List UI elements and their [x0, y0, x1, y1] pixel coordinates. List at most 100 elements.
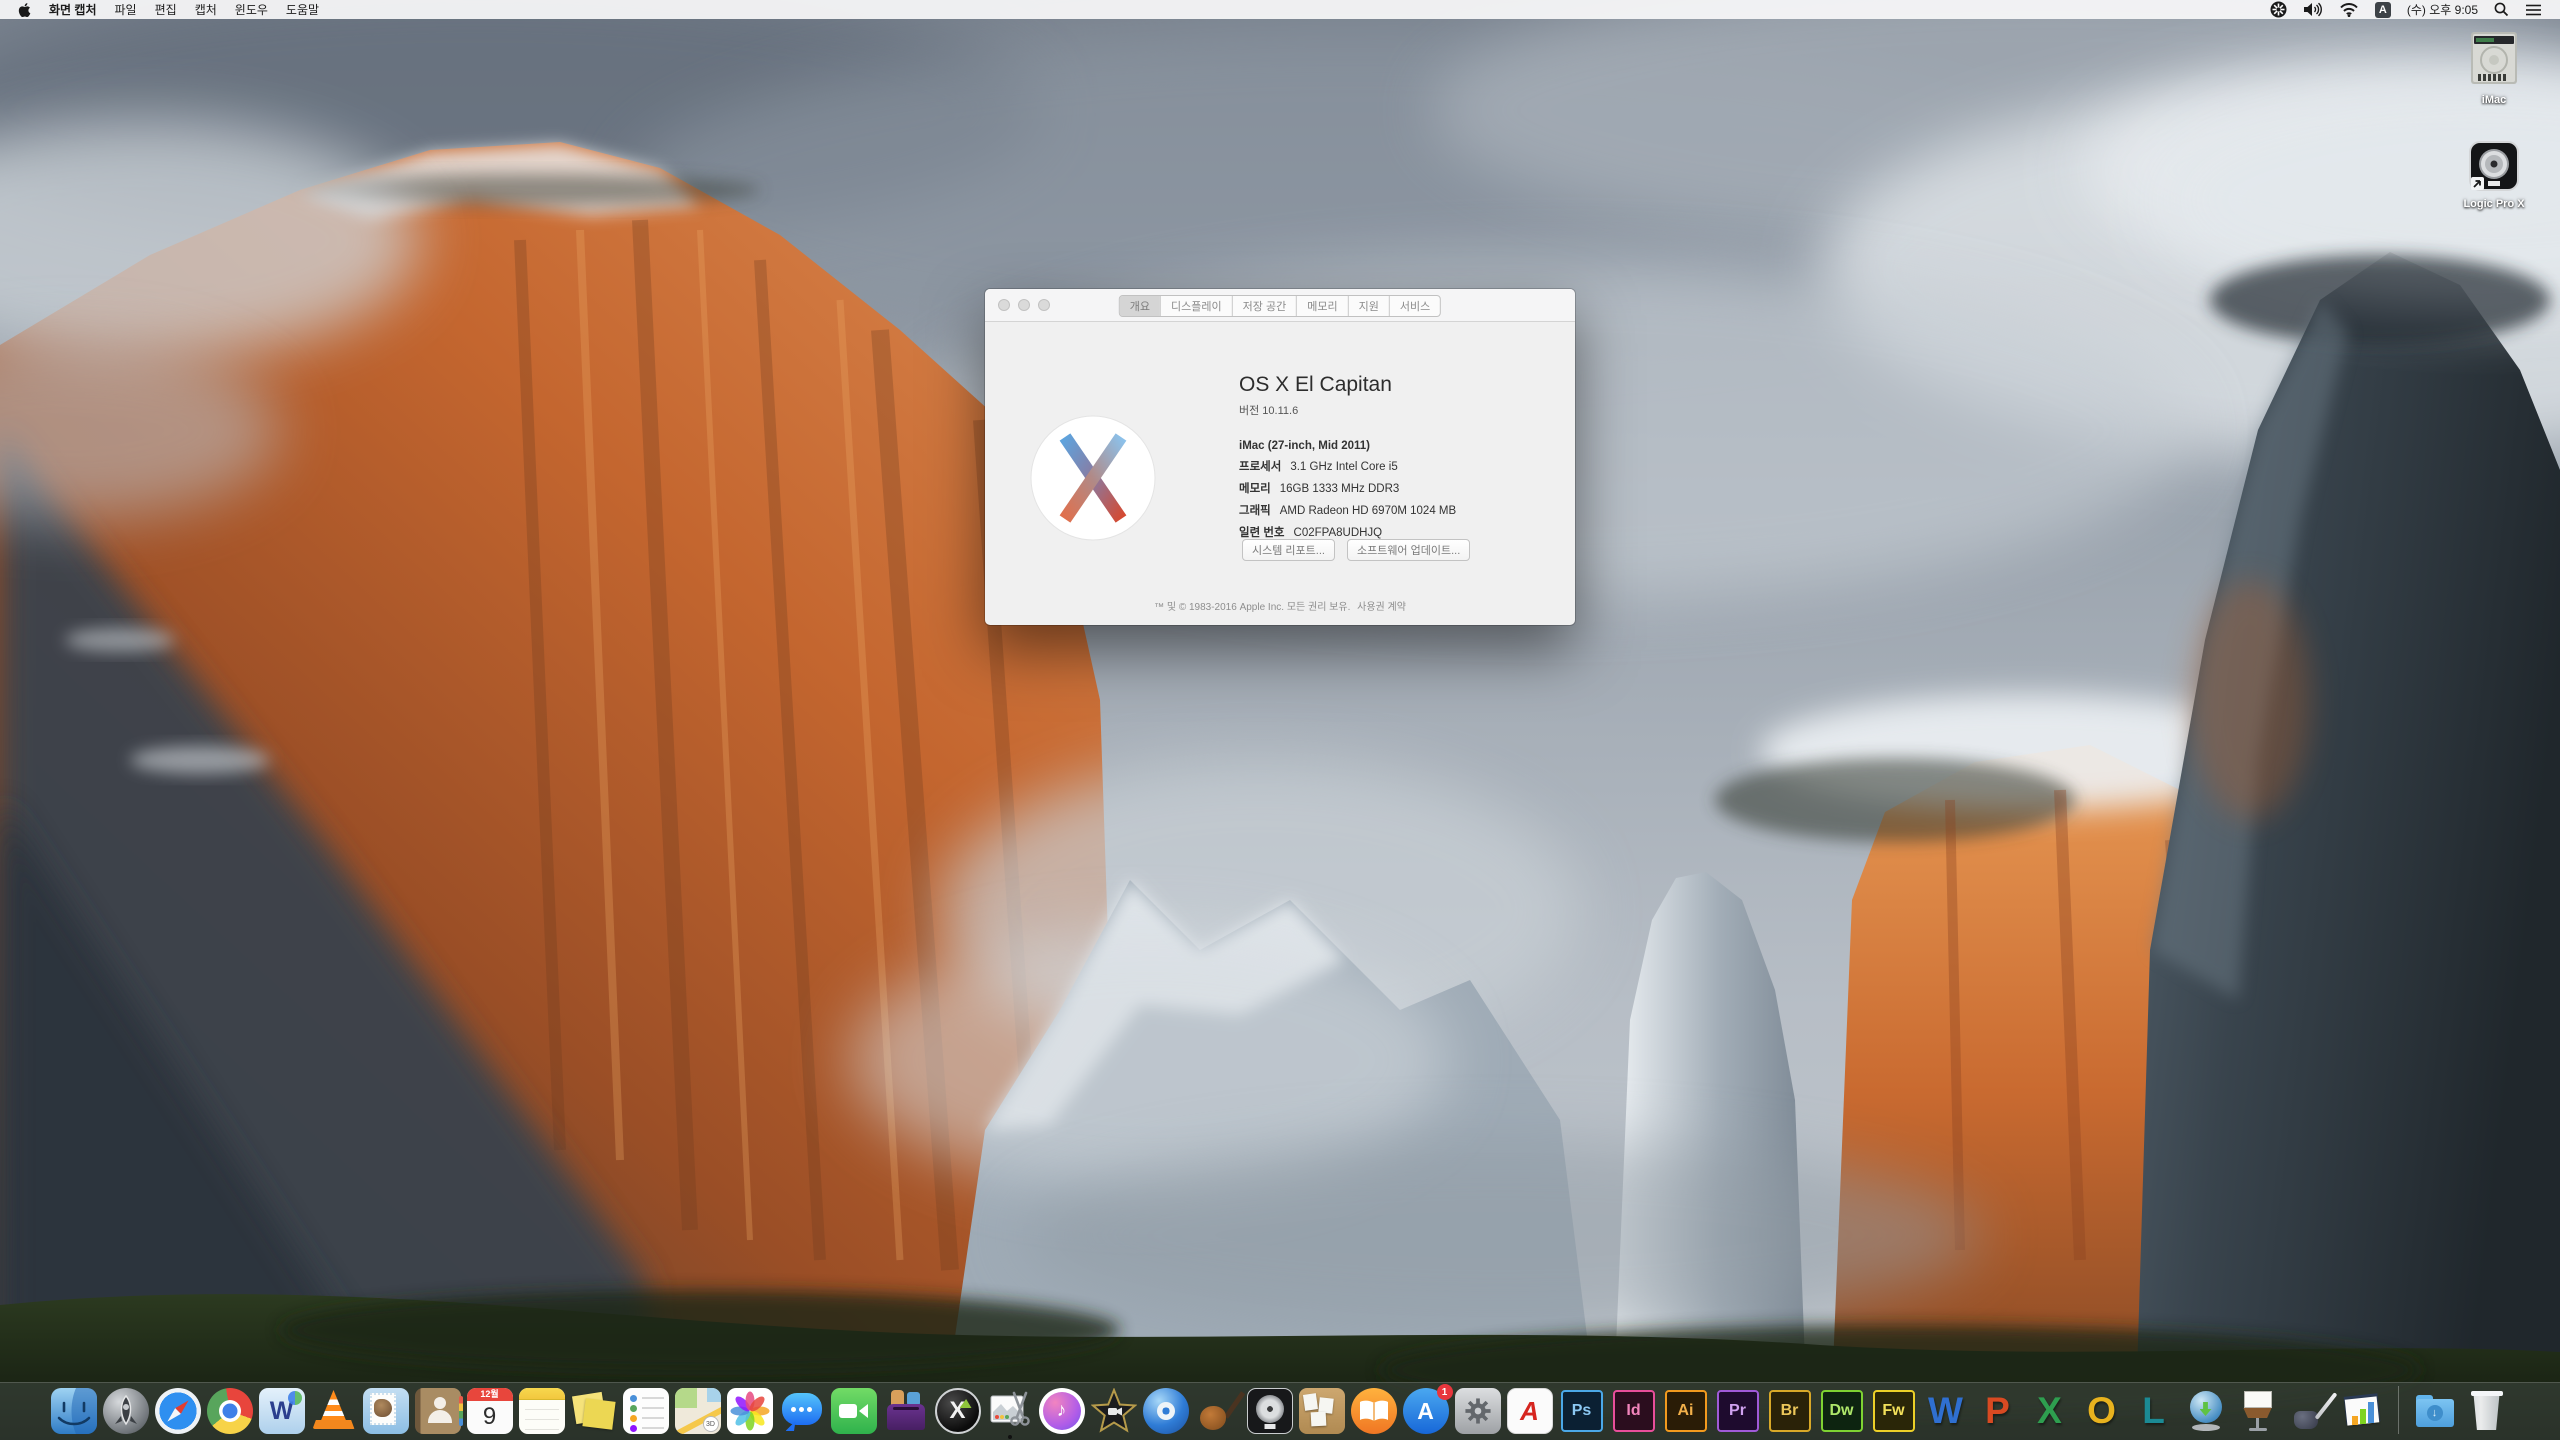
dock-item-reminders[interactable]	[623, 1388, 669, 1434]
dock-item-bridge[interactable]: Br	[1769, 1390, 1811, 1432]
dock-item-photos[interactable]	[727, 1388, 773, 1434]
app-store-letter: A	[1417, 1398, 1434, 1425]
dock-item-keynote[interactable]	[2235, 1388, 2281, 1434]
finder-icon	[51, 1388, 97, 1434]
fan-control-icon[interactable]	[2262, 0, 2295, 19]
dock-item-premiere-pro[interactable]: Pr	[1717, 1390, 1759, 1432]
dock-item-chrome[interactable]	[207, 1388, 253, 1434]
tab-service[interactable]: 서비스	[1389, 296, 1440, 316]
dock-item-outlook[interactable]: O	[2079, 1388, 2125, 1434]
system-report-button[interactable]: 시스템 리포트...	[1242, 539, 1335, 561]
os-x-logo	[1030, 415, 1156, 541]
dock-item-webhard[interactable]: W	[259, 1388, 305, 1434]
dock-item-screen-capture[interactable]	[987, 1388, 1033, 1434]
star-camera-icon	[1091, 1388, 1137, 1434]
calendar-month: 12월	[467, 1388, 513, 1401]
notification-badge: 1	[1437, 1384, 1453, 1400]
download-arrow-icon: ↓	[2427, 1405, 2443, 1421]
desktop-icon-label: iMac	[2450, 94, 2538, 106]
dock-item-download-manager[interactable]	[2183, 1388, 2229, 1434]
traffic-cone-icon	[320, 1390, 348, 1424]
dock-item-safari[interactable]	[155, 1388, 201, 1434]
copyright-text: ™ 및 © 1983-2016 Apple Inc. 모든 권리 보유.	[1154, 602, 1350, 613]
os-version: 버전 10.11.6	[1239, 402, 1559, 418]
apple-logo-icon	[18, 2, 31, 18]
dock-item-trash[interactable]	[2464, 1388, 2510, 1434]
input-source-menu[interactable]: A	[2367, 0, 2399, 19]
close-button[interactable]	[998, 299, 1010, 311]
dock-item-toast[interactable]	[883, 1388, 929, 1434]
logic-pro-icon	[2468, 140, 2520, 192]
menu-window[interactable]: 윈도우	[226, 0, 277, 19]
video-camera-icon	[839, 1404, 857, 1418]
dock-item-mail[interactable]	[363, 1388, 409, 1434]
zoom-button[interactable]	[1038, 299, 1050, 311]
dock-item-photoshop[interactable]: Ps	[1561, 1390, 1603, 1432]
vinyl-icon	[1256, 1395, 1284, 1423]
calendar-day: 9	[467, 1401, 513, 1433]
notification-center-icon[interactable]	[2517, 0, 2550, 19]
minimize-button[interactable]	[1018, 299, 1030, 311]
menu-file[interactable]: 파일	[106, 0, 146, 19]
os-title: OS X El Capitan	[1239, 373, 1559, 397]
dock-item-app-store[interactable]: A 1	[1403, 1388, 1449, 1434]
dock-item-garageband[interactable]	[1195, 1388, 1241, 1434]
dock-item-numbers[interactable]	[2339, 1388, 2385, 1434]
dock-item-launchpad[interactable]	[103, 1388, 149, 1434]
guitar-icon	[1223, 1391, 1244, 1418]
desktop-icon-logic-pro[interactable]: Logic Pro X	[2450, 140, 2538, 210]
wifi-icon[interactable]	[2331, 0, 2367, 19]
dock-item-illustrator[interactable]: Ai	[1665, 1390, 1707, 1432]
dock-item-stickies[interactable]	[571, 1388, 617, 1434]
dock-item-pages[interactable]	[2287, 1388, 2333, 1434]
menu-edit[interactable]: 편집	[146, 0, 186, 19]
dock-item-logic-pro[interactable]	[1247, 1388, 1293, 1434]
dock-item-downloads-folder[interactable]: ↓	[2412, 1388, 2458, 1434]
about-buttons: 시스템 리포트... 소프트웨어 업데이트...	[1242, 539, 1470, 561]
dock-item-facetime[interactable]	[831, 1388, 877, 1434]
running-indicator	[1008, 1435, 1012, 1439]
dock-item-excel[interactable]: X	[2027, 1388, 2073, 1434]
dock-item-system-preferences[interactable]	[1455, 1388, 1501, 1434]
dock-item-itunes[interactable]: ♪	[1039, 1388, 1085, 1434]
dock-item-powerpoint[interactable]: P	[1975, 1388, 2021, 1434]
apple-menu[interactable]	[14, 0, 40, 19]
tab-memory[interactable]: 메모리	[1296, 296, 1347, 316]
menu-help[interactable]: 도움말	[277, 0, 328, 19]
dock: W 12월 9	[0, 1382, 2560, 1440]
dock-item-contacts[interactable]	[415, 1388, 461, 1434]
dock-item-lync[interactable]: L	[2131, 1388, 2177, 1434]
dock-item-notes[interactable]	[519, 1388, 565, 1434]
license-agreement-link[interactable]: 사용권 계약	[1357, 602, 1406, 613]
dock-item-dreamweaver[interactable]: Dw	[1821, 1390, 1863, 1432]
tab-support[interactable]: 지원	[1348, 296, 1389, 316]
disc-icon	[1157, 1402, 1175, 1420]
dock-item-photo-board-app[interactable]	[1299, 1388, 1345, 1434]
menu-capture[interactable]: 캡처	[186, 0, 226, 19]
dock-item-maps[interactable]: 3D	[675, 1388, 721, 1434]
dock-item-calendar[interactable]: 12월 9	[467, 1388, 513, 1434]
menu-clock[interactable]: (수) 오후 9:05	[2399, 0, 2486, 19]
desktop-icon-imac-drive[interactable]: iMac	[2450, 30, 2538, 106]
tab-storage[interactable]: 저장 공간	[1232, 296, 1297, 316]
dock-item-ibooks[interactable]	[1351, 1388, 1397, 1434]
menu-app-name[interactable]: 화면 캡처	[40, 0, 106, 19]
tab-overview[interactable]: 개요	[1120, 296, 1160, 316]
dock-item-finder[interactable]	[51, 1388, 97, 1434]
menu-bar: 화면 캡처 파일 편집 캡처 윈도우 도움말	[0, 0, 2560, 19]
dock-item-imovie[interactable]	[1091, 1388, 1137, 1434]
volume-icon[interactable]	[2295, 0, 2331, 19]
window-controls	[998, 299, 1050, 311]
dock-item-indesign[interactable]: Id	[1613, 1390, 1655, 1432]
dock-item-x-media-app[interactable]: X	[935, 1388, 981, 1434]
dock-item-word[interactable]: W	[1923, 1388, 1969, 1434]
dock-item-vlc[interactable]	[311, 1388, 357, 1434]
dock-item-acrobat-reader[interactable]: A	[1507, 1388, 1553, 1434]
person-icon	[434, 1397, 446, 1409]
software-update-button[interactable]: 소프트웨어 업데이트...	[1347, 539, 1470, 561]
dock-item-fireworks[interactable]: Fw	[1873, 1390, 1915, 1432]
dock-item-messages[interactable]	[779, 1388, 825, 1434]
spotlight-icon[interactable]	[2486, 0, 2517, 19]
dock-item-dvd-ripper[interactable]	[1143, 1388, 1189, 1434]
tab-displays[interactable]: 디스플레이	[1160, 296, 1232, 316]
